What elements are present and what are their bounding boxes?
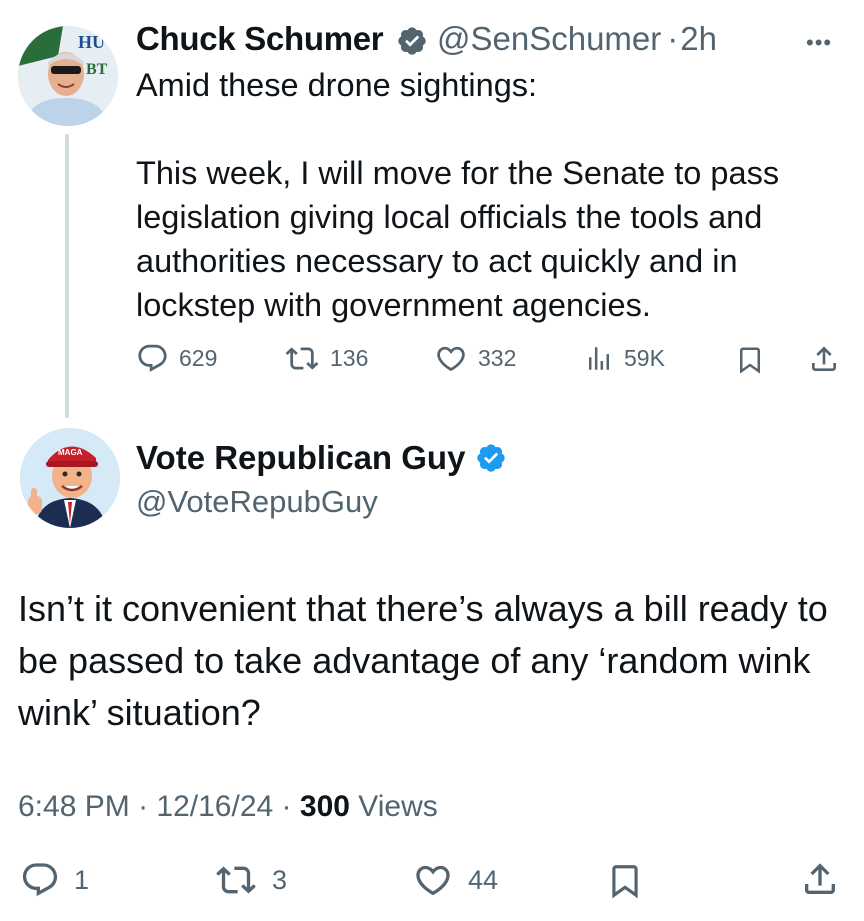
header-separator: · xyxy=(667,20,679,57)
author-name[interactable]: Chuck Schumer xyxy=(136,20,384,58)
reply-body-text: Isn’t it convenient that there’s always … xyxy=(18,588,828,733)
repost-action[interactable]: 3 xyxy=(214,860,287,900)
views-count: 59K xyxy=(624,345,665,371)
more-options-icon[interactable]: ••• xyxy=(806,30,832,56)
reply-icon xyxy=(138,344,167,372)
tweet-body-text: Amid these drone sightings: This week, I… xyxy=(136,67,780,323)
bookmark-icon xyxy=(612,865,638,899)
verified-badge-icon xyxy=(477,444,505,472)
reply-action[interactable]: 1 xyxy=(20,860,89,900)
reply-author-name[interactable]: Vote Republican Guy xyxy=(136,439,465,477)
author-handle[interactable]: @SenSchumer xyxy=(437,20,661,58)
bookmark-button[interactable] xyxy=(606,860,644,907)
tweet-timestamp[interactable]: 2h xyxy=(680,20,717,58)
avatar-vote-republican-guy[interactable]: MAGA xyxy=(20,428,120,528)
tweet-header-meta: @SenSchumer · 2h xyxy=(437,20,717,58)
reply-author-handle[interactable]: @VoteRepubGuy xyxy=(136,484,378,520)
views-chart-icon xyxy=(589,347,609,370)
reply-date[interactable]: 12/16/24 xyxy=(156,790,273,823)
reply-meta-line: 6:48 PM · 12/16/24 · 300 Views xyxy=(18,790,438,824)
share-button[interactable] xyxy=(808,342,840,381)
bookmark-button[interactable] xyxy=(735,343,765,382)
meta-separator: · xyxy=(281,790,292,823)
share-button[interactable] xyxy=(800,858,840,905)
share-icon xyxy=(812,346,836,371)
avatar-image: HU BT xyxy=(18,26,118,126)
reply-icon xyxy=(22,863,58,897)
heart-icon xyxy=(437,346,465,372)
views-action[interactable]: 59K xyxy=(584,342,665,375)
avatar-chuck-schumer[interactable]: HU BT xyxy=(18,26,118,126)
svg-text:MAGA: MAGA xyxy=(58,448,83,457)
reply-views-count: 300 xyxy=(299,790,350,823)
reply-views-label: Views xyxy=(358,790,438,823)
like-count: 44 xyxy=(468,864,499,895)
like-count: 332 xyxy=(478,345,517,371)
reply-count: 1 xyxy=(74,864,90,895)
like-action[interactable]: 332 xyxy=(434,342,516,375)
share-icon xyxy=(805,863,835,894)
bookmark-icon xyxy=(740,347,760,374)
thread-connector-line xyxy=(65,134,69,418)
repost-icon xyxy=(216,866,256,894)
avatar-image: MAGA xyxy=(20,428,120,528)
repost-count: 136 xyxy=(330,345,369,371)
heart-icon xyxy=(416,865,450,896)
reply-count: 629 xyxy=(179,345,218,371)
svg-text:BT: BT xyxy=(86,61,108,78)
meta-separator: · xyxy=(138,790,149,823)
repost-icon xyxy=(285,347,319,370)
repost-action[interactable]: 136 xyxy=(284,342,368,375)
repost-count: 3 xyxy=(272,864,288,895)
svg-text:HU: HU xyxy=(78,32,105,52)
reply-action[interactable]: 629 xyxy=(136,342,217,375)
reply-time[interactable]: 6:48 PM xyxy=(18,790,130,823)
like-action[interactable]: 44 xyxy=(412,860,498,900)
verified-badge-icon xyxy=(398,27,426,55)
